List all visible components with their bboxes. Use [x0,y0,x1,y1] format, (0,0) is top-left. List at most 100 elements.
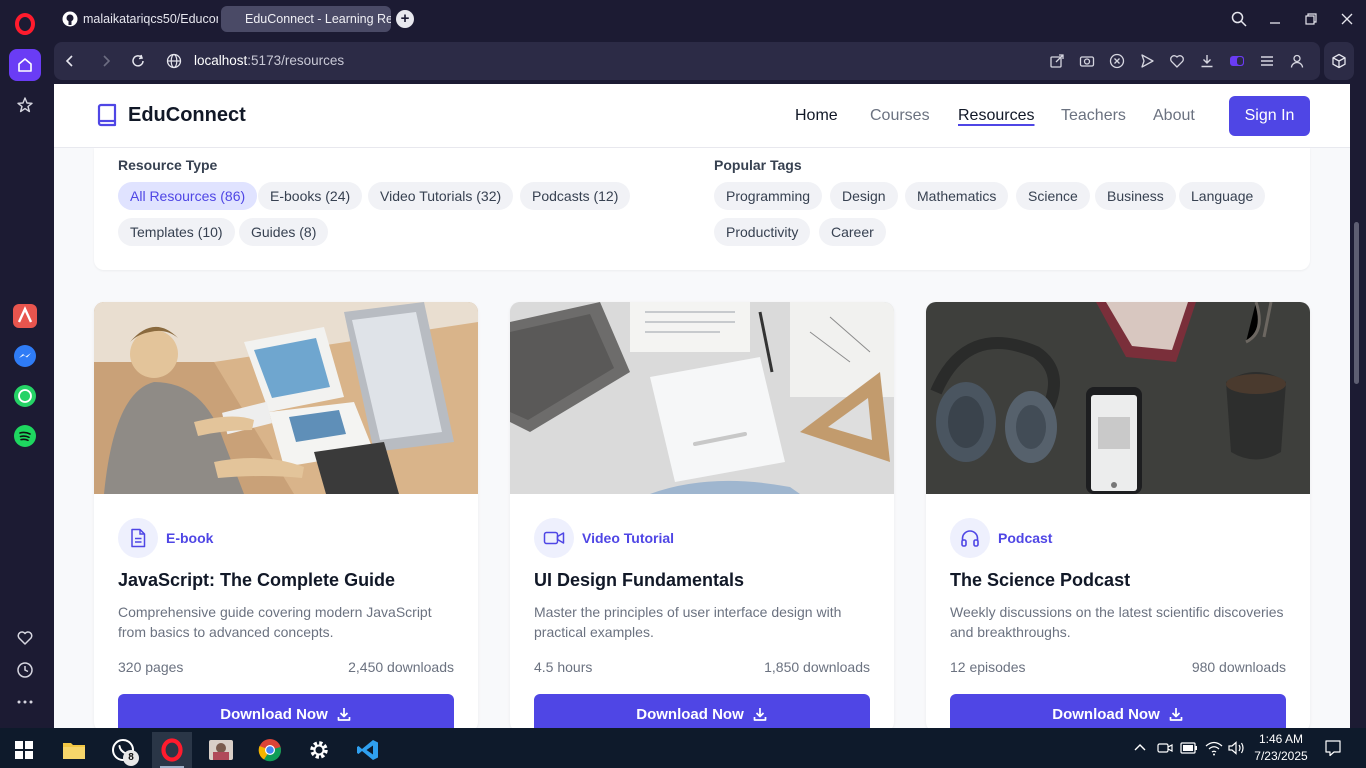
app-thumbnail-icon[interactable] [201,732,241,768]
settings-gear-icon[interactable] [299,732,339,768]
site-header: EduConnect Home Courses Resources Teache… [54,84,1350,148]
tag-language[interactable]: Language [1179,182,1266,210]
search-tabs-icon[interactable] [1228,8,1250,30]
download-now-button[interactable]: Download Now [950,694,1286,728]
web-page: EduConnect Home Courses Resources Teache… [54,84,1350,728]
book-icon [97,103,117,127]
extensions-icon[interactable] [1324,42,1354,80]
resource-image-person-laptop [94,302,478,494]
page-scrollbar[interactable] [1352,84,1360,728]
resource-title[interactable]: UI Design Fundamentals [534,570,744,591]
tab-educonnect[interactable]: EduConnect - Learning Re [221,6,391,32]
opera-logo-icon[interactable] [9,8,41,40]
tag-programming[interactable]: Programming [714,182,823,210]
home-icon[interactable] [9,49,41,81]
tab-bar: malaikatariqcs50/Educonn EduConnect - Le… [50,0,1366,38]
vscode-icon[interactable] [348,732,388,768]
system-clock[interactable]: 1:46 AM 7/23/2025 [1250,731,1312,765]
clock-time: 1:46 AM [1258,732,1304,746]
resource-description: Master the principles of user interface … [534,604,842,640]
forward-button[interactable] [96,51,116,71]
adblock-icon[interactable] [1108,52,1126,70]
spotify-icon[interactable] [9,420,41,452]
scrollbar-thumb[interactable] [1354,222,1359,384]
nav-resources[interactable]: Resources [958,107,1034,125]
messenger-icon[interactable] [9,340,41,372]
download-now-button[interactable]: Download Now [534,694,870,728]
site-logo[interactable]: EduConnect [96,103,246,127]
camera-icon[interactable] [1078,52,1096,70]
tag-mathematics[interactable]: Mathematics [905,182,1009,210]
resource-downloads: 1,850 downloads [764,659,870,675]
battery-icon[interactable] [1180,739,1198,757]
meet-now-icon[interactable] [1156,739,1174,757]
chevron-up-icon[interactable] [1131,739,1149,757]
resource-title[interactable]: JavaScript: The Complete Guide [118,570,395,591]
resource-type-label: Resource Type [118,157,218,173]
star-icon[interactable] [9,89,41,121]
download-icon[interactable] [1198,52,1216,70]
close-window-button[interactable] [1336,8,1358,30]
send-icon[interactable] [1138,52,1156,70]
resource-image-desk-notebooks [510,302,894,494]
sign-in-button[interactable]: Sign In [1229,96,1310,136]
tag-science[interactable]: Science [1016,182,1090,210]
filter-ebooks[interactable]: E-books (24) [258,182,363,210]
reload-button[interactable] [128,51,148,71]
tag-career[interactable]: Career [819,218,886,246]
nav-home[interactable]: Home [795,107,838,125]
whatsapp-taskbar-icon[interactable]: 8 [103,732,143,768]
tag-business[interactable]: Business [1095,182,1176,210]
volume-icon[interactable] [1227,739,1245,757]
resource-title[interactable]: The Science Podcast [950,570,1130,591]
notifications-icon[interactable] [1324,739,1342,757]
download-icon [753,708,767,721]
filter-all-resources[interactable]: All Resources (86) [118,182,258,210]
windows-start-icon[interactable] [4,732,44,768]
share-icon[interactable] [1048,52,1066,70]
tab-github[interactable]: malaikatariqcs50/Educonn [54,6,218,32]
resource-length: 12 episodes [950,659,1026,675]
document-icon [118,518,158,558]
file-explorer-icon[interactable] [54,732,94,768]
nav-about[interactable]: About [1153,107,1195,125]
globe-icon [164,51,184,71]
chrome-icon[interactable] [250,732,290,768]
minimize-button[interactable] [1264,8,1286,30]
tag-design[interactable]: Design [830,182,898,210]
url-path: :5173/resources [247,53,345,68]
filter-podcasts[interactable]: Podcasts (12) [520,182,631,210]
wifi-icon[interactable] [1205,739,1223,757]
heart-icon[interactable] [9,622,41,654]
opera-sidebar [0,0,50,728]
more-icon[interactable] [9,686,41,718]
aria-icon[interactable] [9,300,41,332]
nav-courses[interactable]: Courses [870,107,930,125]
download-button-label: Download Now [1052,705,1160,723]
filter-video-tutorials[interactable]: Video Tutorials (32) [368,182,514,210]
maximize-button[interactable] [1300,8,1322,30]
resource-type: Video Tutorial [582,530,675,546]
easy-setup-icon[interactable] [1258,52,1276,70]
url-host: localhost [194,53,248,68]
clock-date: 7/23/2025 [1254,749,1308,763]
nav-teachers[interactable]: Teachers [1061,107,1126,125]
brand-name: EduConnect [128,103,246,126]
filter-guides[interactable]: Guides (8) [239,218,329,246]
video-camera-icon [534,518,574,558]
resource-length: 4.5 hours [534,659,593,675]
download-now-button[interactable]: Download Now [118,694,454,728]
whatsapp-icon[interactable] [9,380,41,412]
new-tab-button[interactable]: + [396,10,414,28]
vpn-toggle-icon[interactable] [1228,52,1246,70]
history-icon[interactable] [9,654,41,686]
address-bar: localhost:5173/resources [54,42,1320,80]
profile-icon[interactable] [1288,52,1306,70]
back-button[interactable] [60,51,80,71]
favorite-heart-icon[interactable] [1168,52,1186,70]
tag-productivity[interactable]: Productivity [714,218,811,246]
opera-taskbar-icon[interactable] [152,732,192,768]
resource-length: 320 pages [118,659,184,675]
filter-templates[interactable]: Templates (10) [118,218,235,246]
url-field[interactable]: localhost:5173/resources [194,53,344,68]
